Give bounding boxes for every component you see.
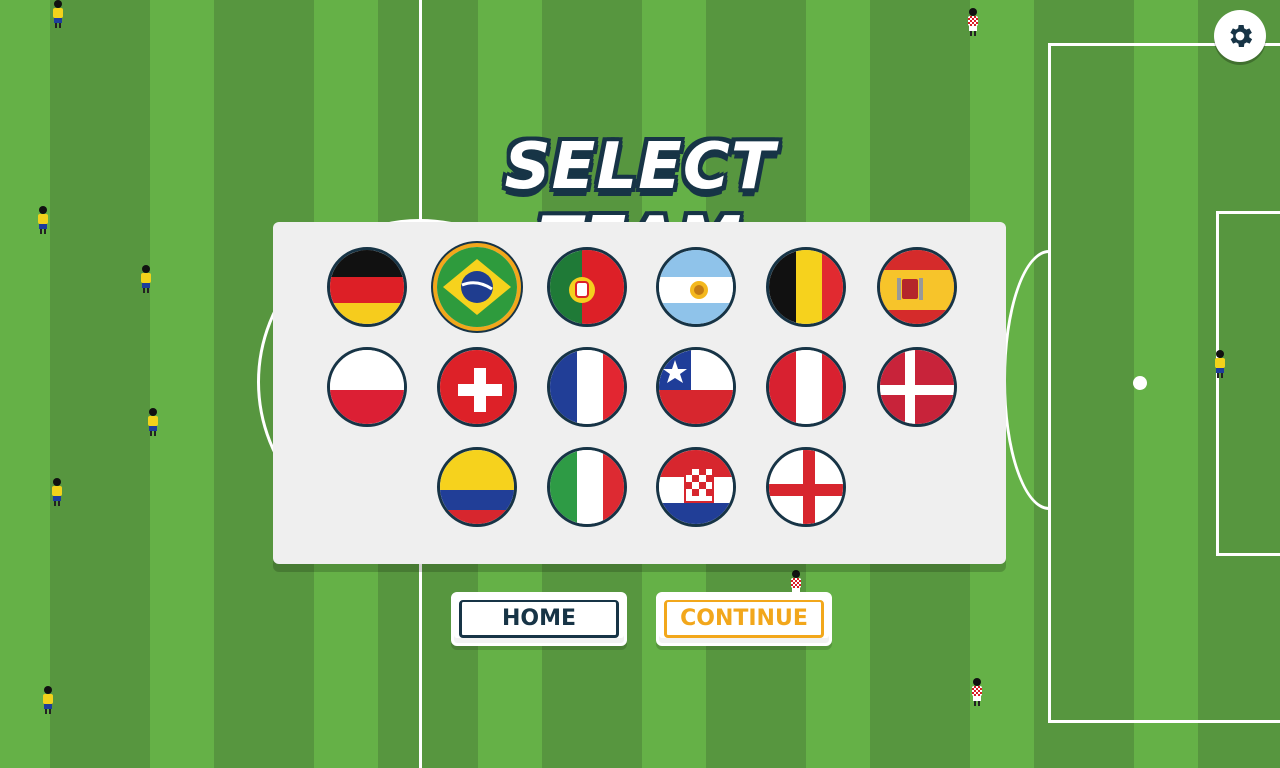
continue-button[interactable]: CONTINUE <box>656 592 832 646</box>
team-flag-england[interactable] <box>766 447 846 527</box>
team-flag-denmark[interactable] <box>877 347 957 427</box>
player-brazil <box>1214 350 1226 378</box>
player-brazil <box>37 206 49 234</box>
team-flag-brazil[interactable] <box>433 243 521 331</box>
team-flag-peru[interactable] <box>766 347 846 427</box>
continue-button-label: CONTINUE <box>664 600 824 638</box>
home-button-label: HOME <box>459 600 619 638</box>
team-flag-colombia[interactable] <box>437 447 517 527</box>
team-flag-germany[interactable] <box>327 247 407 327</box>
team-selection-panel <box>273 222 1006 564</box>
player-brazil <box>42 686 54 714</box>
gear-icon <box>1230 25 1253 47</box>
team-flag-argentina[interactable] <box>656 247 736 327</box>
player-brazil <box>51 478 63 506</box>
goal-box <box>1216 211 1280 556</box>
player-brazil <box>147 408 159 436</box>
penalty-spot <box>1133 376 1147 390</box>
team-flag-belgium[interactable] <box>766 247 846 327</box>
settings-button[interactable] <box>1214 10 1266 62</box>
team-flag-croatia[interactable] <box>656 447 736 527</box>
team-flag-portugal[interactable] <box>547 247 627 327</box>
player-croatia <box>967 8 979 36</box>
team-flag-poland[interactable] <box>327 347 407 427</box>
player-croatia <box>971 678 983 706</box>
player-brazil <box>52 0 64 28</box>
team-flag-italy[interactable] <box>547 447 627 527</box>
home-button[interactable]: HOME <box>451 592 627 646</box>
team-flag-spain[interactable] <box>877 247 957 327</box>
team-flag-switzerland[interactable] <box>437 347 517 427</box>
player-brazil <box>140 265 152 293</box>
team-flag-france[interactable] <box>547 347 627 427</box>
team-flag-chile[interactable] <box>656 347 736 427</box>
